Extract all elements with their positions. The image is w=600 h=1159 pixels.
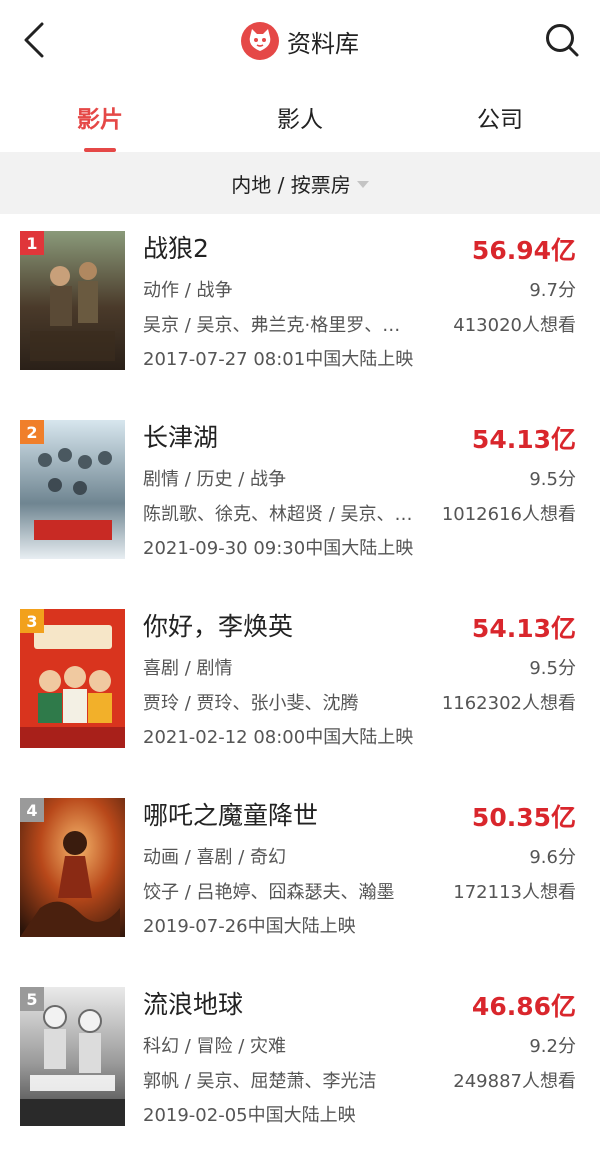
tab-people[interactable]: 影人 [200,82,400,152]
want-to-see-count: 249887人想看 [453,1071,576,1092]
header-title-group: 资料库 [0,20,600,62]
movie-score: 9.7分 [529,280,576,301]
caret-down-icon [356,180,369,188]
rank-badge: 4 [20,798,44,822]
release-info: 2019-07-26中国大陆上映 [143,916,356,937]
movie-poster: 2 [20,420,125,559]
rank-badge: 5 [20,987,44,1011]
movie-cast: 贾玲 / 贾玲、张小斐、沈腾 [143,693,359,714]
app-header: 资料库 [0,0,600,82]
search-button[interactable] [538,16,586,64]
tab-label: 公司 [477,107,523,133]
release-info: 2019-02-05中国大陆上映 [143,1105,356,1126]
want-to-see-count: 1012616人想看 [441,504,576,525]
page-title: 资料库 [287,29,359,58]
movie-genres: 科幻 / 冒险 / 灾难 [143,1036,287,1057]
search-icon [546,24,579,57]
movie-title: 哪吒之魔童降世 [143,801,319,830]
movie-score: 9.5分 [529,658,576,679]
box-office-value: 54.13亿 [471,614,576,643]
filter-label: 内地 / 按票房 [231,172,351,197]
release-info: 2021-09-30 09:30中国大陆上映 [143,538,414,559]
movie-cast: 郭帆 / 吴京、屈楚萧、李光洁 [143,1071,377,1092]
rank-badge: 3 [20,609,44,633]
movie-list: 1 战狼2 56.94亿 动作 / 战争 9.7分 吴京 / 吴京、弗兰克·格里… [0,214,600,1159]
filter-dropdown[interactable]: 内地 / 按票房 [0,152,600,214]
movie-poster: 5 [20,987,125,1126]
want-to-see-count: 172113人想看 [453,882,576,903]
tab-companies[interactable]: 公司 [400,82,600,152]
box-office-value: 54.13亿 [471,425,576,454]
cat-logo-icon [241,22,279,60]
movie-genres: 喜剧 / 剧情 [143,658,233,679]
list-item[interactable]: 3 你好，李焕英 54.13亿 喜剧 / 剧情 9.5分 贾玲 / 贾玲、张小斐… [0,592,600,781]
tab-movies[interactable]: 影片 [0,82,200,152]
list-item[interactable]: 2 长津湖 54.13亿 剧情 / 历史 / 战争 9.5分 陈凯歌、徐克、林超… [0,403,600,592]
list-item[interactable]: 4 哪吒之魔童降世 50.35亿 动画 / 喜剧 / 奇幻 9.6分 饺子 / … [0,781,600,970]
movie-score: 9.6分 [529,847,576,868]
movie-title: 流浪地球 [143,990,244,1019]
list-item[interactable]: 1 战狼2 56.94亿 动作 / 战争 9.7分 吴京 / 吴京、弗兰克·格里… [0,214,600,403]
rank-badge: 1 [20,231,44,255]
movie-poster: 4 [20,798,125,937]
rank-badge: 2 [20,420,44,444]
movie-title: 长津湖 [143,423,219,452]
movie-genres: 动作 / 战争 [143,280,233,301]
want-to-see-count: 413020人想看 [453,315,576,336]
want-to-see-count: 1162302人想看 [441,693,576,714]
tab-label: 影片 [77,107,123,133]
list-item[interactable]: 5 流浪地球 46.86亿 科幻 / 冒险 / 灾难 9.2分 郭帆 / 吴京、… [0,970,600,1159]
release-info: 2017-07-27 08:01中国大陆上映 [143,349,414,370]
box-office-value: 50.35亿 [471,803,576,832]
movie-cast: 饺子 / 吕艳婷、囧森瑟夫、瀚墨 [143,882,395,903]
tab-label: 影人 [277,107,323,133]
tab-bar: 影片 影人 公司 [0,82,600,152]
movie-score: 9.5分 [529,469,576,490]
movie-score: 9.2分 [529,1036,576,1057]
movie-genres: 动画 / 喜剧 / 奇幻 [143,847,287,868]
movie-title: 你好，李焕英 [143,612,294,641]
movie-poster: 3 [20,609,125,748]
box-office-value: 56.94亿 [471,236,576,265]
movie-cast: 吴京 / 吴京、弗兰克·格里罗、吴刚 [143,315,415,336]
movie-cast: 陈凯歌、徐克、林超贤 / 吴京、易烊千玺 [143,504,415,525]
movie-genres: 剧情 / 历史 / 战争 [143,469,287,490]
movie-poster: 1 [20,231,125,370]
movie-title: 战狼2 [143,234,209,263]
release-info: 2021-02-12 08:00中国大陆上映 [143,727,414,748]
box-office-value: 46.86亿 [471,992,576,1021]
